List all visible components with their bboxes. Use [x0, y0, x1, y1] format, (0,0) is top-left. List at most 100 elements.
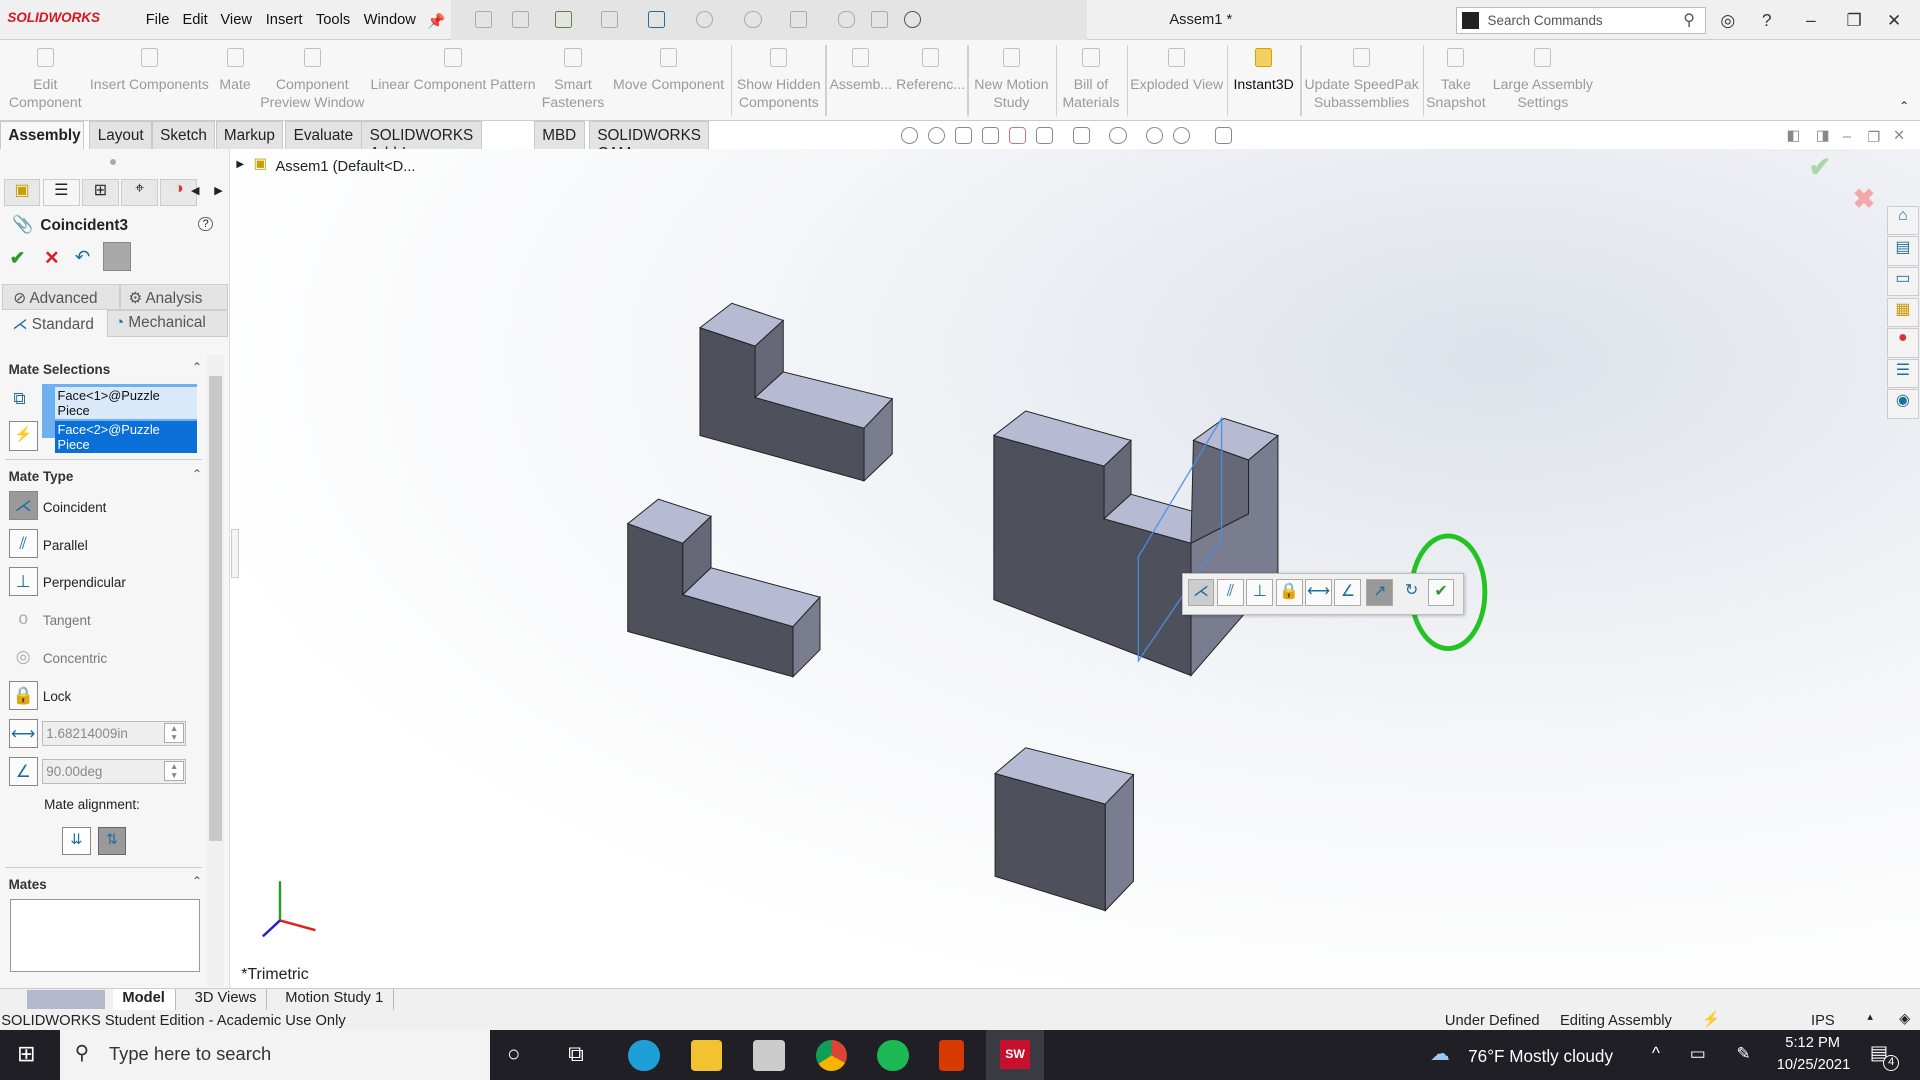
task-view-icon[interactable]: ⧉	[568, 1041, 584, 1067]
feature-manager-tab[interactable]: ▣	[3, 178, 41, 206]
ribbon-reference-geometry[interactable]: Referenc...	[895, 40, 966, 121]
selection-item[interactable]: Face<1>@Puzzle Piece	[55, 386, 198, 420]
popup-coincident-icon[interactable]: ⋌	[1187, 578, 1215, 606]
ribbon-take-snapshot[interactable]: Take Snapshot	[1425, 40, 1486, 121]
print-icon[interactable]	[647, 11, 665, 29]
popup-distance-icon[interactable]: ⟷	[1305, 578, 1332, 606]
status-units[interactable]: IPS	[1811, 1013, 1835, 1029]
multi-mate-mode-button[interactable]: ⚡	[8, 421, 38, 451]
edit-appearance-icon[interactable]	[1146, 127, 1164, 145]
tab-motion-study-1[interactable]: Motion Study 1	[276, 989, 395, 1012]
task-pane-view-palette-icon[interactable]: ▦	[1886, 297, 1919, 327]
viewport-close-button[interactable]: ✕	[1893, 127, 1905, 144]
configuration-manager-tab[interactable]: ⊞	[82, 178, 119, 206]
tab-mechanical[interactable]: ◔ Mechanical	[106, 309, 228, 337]
keep-visible-pin-button[interactable]	[102, 242, 131, 271]
distance-spinner[interactable]: ▲ ▼	[164, 723, 184, 743]
tab-analysis[interactable]: ⚙ Analysis	[120, 284, 228, 310]
mate-type-perpendicular[interactable]: Perpendicular	[43, 575, 126, 590]
tab-evaluate[interactable]: Evaluate	[285, 121, 362, 150]
taskbar-search-box[interactable]: ⚲ Type here to search	[60, 1029, 490, 1080]
task-pane-3dexperience-icon[interactable]: ◉	[1886, 389, 1919, 419]
display-style-icon[interactable]	[1072, 127, 1090, 145]
cube-piece[interactable]	[994, 747, 1135, 913]
cancel-x-button[interactable]: ✕	[44, 247, 59, 269]
section-view-icon[interactable]	[982, 127, 1000, 145]
tab-scroll-arrows[interactable]	[26, 990, 106, 1009]
ribbon-show-hidden[interactable]: Show Hidden Components	[735, 40, 823, 121]
perpendicular-icon[interactable]: ⊥	[8, 566, 38, 597]
help-icon[interactable]: ?	[1762, 10, 1772, 31]
graphics-area[interactable]: ▶ ▣ Assem1 (Default<D... ◧ ◨ – ❐ ✕ ✔ ✖ ⋌…	[231, 127, 1920, 989]
tab-advanced[interactable]: ⊘ Advanced	[2, 284, 120, 310]
apply-scene-icon[interactable]	[1173, 127, 1191, 145]
zoom-to-fit-icon[interactable]	[901, 127, 919, 145]
ribbon-large-assembly-settings[interactable]: Large Assembly Settings	[1489, 40, 1597, 121]
ribbon-move-component[interactable]: Move Component	[610, 40, 728, 121]
ribbon-update-speedpak[interactable]: Update SpeedPak Subassemblies	[1303, 40, 1421, 121]
task-pane-appearances-icon[interactable]: ●	[1886, 328, 1919, 358]
units-caret-icon[interactable]: ▴	[1867, 1010, 1873, 1023]
ribbon-exploded-view[interactable]: Exploded View	[1129, 40, 1225, 121]
tab-standard[interactable]: ⋌ Standard	[2, 309, 107, 337]
collapse-ribbon-icon[interactable]: ⌃	[1899, 99, 1909, 113]
ribbon-edit-component[interactable]: Edit Component	[2, 40, 88, 121]
mate-selections-list[interactable]: Face<1>@Puzzle Piece Face<2>@Puzzle Piec…	[41, 384, 198, 453]
distance-icon[interactable]: ⟷	[8, 718, 38, 749]
tab-layout[interactable]: Layout	[89, 121, 152, 150]
office-icon[interactable]	[939, 1039, 964, 1072]
ribbon-insert-components[interactable]: Insert Components	[88, 40, 210, 121]
new-icon[interactable]	[511, 11, 529, 29]
view-settings-icon[interactable]	[1214, 127, 1232, 145]
menu-file[interactable]: File	[146, 12, 170, 28]
tab-mbd[interactable]: MBD	[533, 121, 585, 150]
popup-lock-icon[interactable]: 🔒	[1275, 578, 1303, 606]
tab-solidworks-addins[interactable]: SOLIDWORKS Add-Ins	[361, 121, 482, 162]
pen-icon[interactable]: ✎	[1736, 1043, 1750, 1064]
popup-perpendicular-icon[interactable]: ⊥	[1246, 578, 1274, 606]
puzzle-piece-2[interactable]	[627, 499, 822, 679]
search-icon[interactable]: ⚲	[1683, 10, 1695, 30]
ok-check-button[interactable]: ✔	[10, 247, 25, 269]
tab-markup[interactable]: Markup	[215, 121, 284, 150]
angle-spinner[interactable]: ▲ ▼	[164, 761, 184, 781]
app-icon[interactable]	[753, 1039, 785, 1072]
dimxpert-tab[interactable]: ⌖	[121, 178, 158, 206]
splitter-handle[interactable]	[110, 159, 117, 166]
popup-flip-alignment-icon[interactable]: ↻	[1398, 579, 1425, 606]
ribbon-component-preview[interactable]: Component Preview Window	[257, 40, 367, 121]
options-gear-icon[interactable]	[903, 11, 921, 29]
weather-text[interactable]: 76°F Mostly cloudy	[1468, 1046, 1613, 1067]
clock-time[interactable]: 5:12 PM	[1785, 1035, 1840, 1051]
mate-type-coincident[interactable]: Coincident	[43, 500, 107, 515]
cortana-icon[interactable]: ○	[507, 1041, 520, 1067]
pin-icon[interactable]: 📌	[427, 12, 445, 30]
edge-icon[interactable]	[628, 1039, 660, 1072]
minimize-button[interactable]: –	[1806, 10, 1816, 31]
viewport-minimize-button[interactable]: –	[1843, 129, 1851, 145]
popup-pin-icon[interactable]: ↗	[1366, 578, 1394, 606]
spotify-icon[interactable]	[876, 1039, 909, 1072]
puzzle-piece-3[interactable]	[993, 410, 1280, 678]
popup-parallel-icon[interactable]: ⫽	[1216, 578, 1244, 606]
task-pane-custom-properties-icon[interactable]: ☰	[1886, 358, 1919, 389]
menu-view[interactable]: View	[220, 12, 252, 28]
popup-angle-icon[interactable]: ∠	[1334, 578, 1362, 606]
task-pane-design-library-icon[interactable]: ▤	[1886, 236, 1919, 266]
account-icon[interactable]: ◎	[1720, 10, 1735, 31]
angle-icon[interactable]: ∠	[8, 756, 38, 787]
ribbon-smart-fasteners[interactable]: Smart Fasteners	[539, 40, 608, 121]
restore-button[interactable]: ❐	[1847, 10, 1862, 31]
ribbon-assembly-features[interactable]: Assemb...	[829, 40, 893, 121]
view-orientation-icon[interactable]	[1035, 127, 1054, 145]
solidworks-taskbar-button[interactable]: SW	[985, 1029, 1045, 1080]
battery-icon[interactable]: ▭	[1690, 1043, 1706, 1064]
clock-date[interactable]: 10/25/2021	[1777, 1057, 1851, 1073]
search-commands-input[interactable]: Search Commands ⚲	[1455, 7, 1706, 35]
menu-insert[interactable]: Insert	[266, 12, 303, 28]
scroll-right-icon[interactable]: ▶	[214, 184, 222, 197]
undo-icon[interactable]	[695, 11, 713, 29]
popup-ok-check-icon[interactable]: ✔	[1427, 578, 1455, 606]
viewport-tile-icon[interactable]: ◧	[1787, 127, 1801, 144]
zoom-to-area-icon[interactable]	[928, 127, 946, 145]
